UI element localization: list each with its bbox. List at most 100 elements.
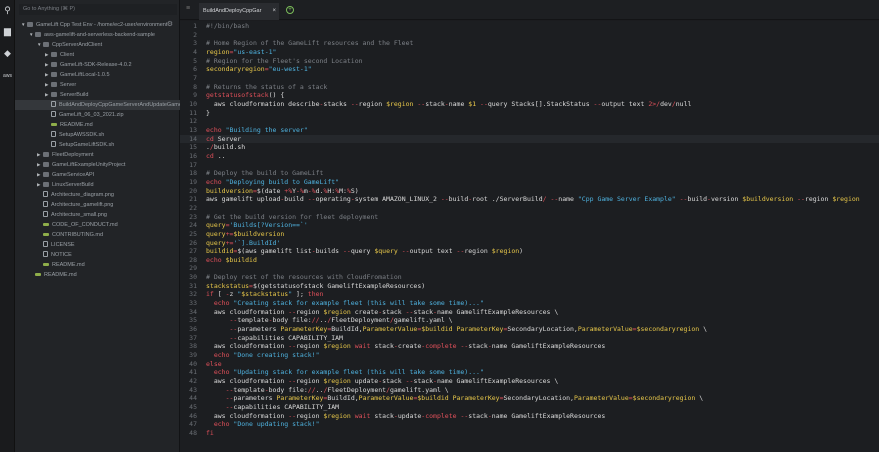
code-line[interactable]: 22 — [180, 204, 879, 213]
tree-file[interactable]: README.md — [15, 270, 180, 280]
code-line[interactable]: 28 echo $buildid — [180, 256, 879, 265]
code-token: -- — [288, 411, 297, 420]
tree-folder[interactable]: ▶ GameServiceAPI — [15, 170, 180, 180]
tree-file[interactable]: README.md — [15, 260, 180, 270]
tree-file[interactable]: CONTRIBUTING.md — [15, 230, 180, 240]
code-line[interactable]: 4 region="us-east-1" — [180, 48, 879, 57]
tree-folder[interactable]: ▶ FleetDeployment — [15, 150, 180, 160]
code-line[interactable]: 34 aws cloudformation --region $region c… — [180, 308, 879, 317]
tree-folder[interactable]: ▶ Server — [15, 80, 180, 90]
tree-folder[interactable]: ▶ ServerBuild — [15, 90, 180, 100]
code-line[interactable]: 29 — [180, 264, 879, 273]
tree-folder[interactable]: ▶ GameLiftExampleUnityProject — [15, 160, 180, 170]
folder-icon[interactable]: ▆ — [2, 26, 13, 37]
code-line[interactable]: 42 aws cloudformation --region $region u… — [180, 377, 879, 386]
code-line[interactable]: 8 # Returns the status of a stack — [180, 83, 879, 92]
tree-item-label: LinuxServerBuild — [52, 182, 94, 188]
code-token: region — [358, 99, 387, 108]
code-line[interactable]: 39 echo "Done creating stack!" — [180, 351, 879, 360]
code-line[interactable]: 3 # Home Region of the GameLift resources… — [180, 39, 879, 48]
tree-file[interactable]: LICENSE — [15, 240, 180, 250]
code-line[interactable]: 47 echo "Done updating stack!" — [180, 420, 879, 429]
code-line[interactable]: 44 --parameters ParameterKey=BuildId,Par… — [180, 394, 879, 403]
code-token: region — [296, 377, 324, 386]
code-token: query — [206, 229, 226, 238]
tree-file[interactable]: GameLift_06_03_2021.zip — [15, 110, 180, 120]
code-line[interactable]: 46 aws cloudformation --region $region w… — [180, 412, 879, 421]
code-line[interactable]: 15 ./build.sh — [180, 143, 879, 152]
git-icon[interactable]: ◆ — [2, 48, 13, 59]
tree-file[interactable]: Architecture_small.png — [15, 210, 180, 220]
code-line[interactable]: 30 # Deploy rest of the resources with Cl… — [180, 273, 879, 282]
code-text: cd .. — [206, 152, 226, 161]
code-editor[interactable]: 1 #!/bin/bash 2 3 # Home Region of the GameL… — [180, 21, 879, 452]
code-line[interactable]: 17 — [180, 161, 879, 170]
code-line[interactable]: 21 aws gamelift upload-build --operating-… — [180, 195, 879, 204]
code-token: build — [284, 195, 308, 204]
code-line[interactable]: 41 echo "Updating stack for example flee… — [180, 368, 879, 377]
add-tab-icon[interactable]: + — [286, 6, 294, 14]
file-icon — [43, 190, 48, 197]
tree-folder[interactable]: ▼ CppServerAndClient — [15, 40, 180, 50]
code-line[interactable]: 23 # Get the build version for fleet depl… — [180, 213, 879, 222]
tree-item-label: LICENSE — [51, 242, 75, 248]
code-line[interactable]: 1 #!/bin/bash — [180, 22, 879, 31]
close-icon[interactable]: × — [272, 3, 276, 20]
code-token: ParameterValue — [358, 394, 414, 403]
tree-file[interactable]: BuildAndDeployCppGameServerAndUpdateGame… — [15, 100, 180, 110]
code-line[interactable]: 37 --capabilities CAPABILITY_IAM — [180, 334, 879, 343]
tree-folder[interactable]: ▶ LinuxServerBuild — [15, 180, 180, 190]
tree-file[interactable]: Architecture_diagram.png — [15, 190, 180, 200]
tree-file[interactable]: Architecture_gamelift.png — [15, 200, 180, 210]
code-line[interactable]: 27 buildid=$(aws gamelift list-builds --q… — [180, 247, 879, 256]
tree-folder[interactable]: ▶ GameLift-SDK-Release-4.0.2 — [15, 60, 180, 70]
tree-folder[interactable]: ▶ GameLiftLocal-1.0.5 — [15, 70, 180, 80]
tree-file[interactable]: CODE_OF_CONDUCT.md — [15, 220, 180, 230]
code-line[interactable]: 38 aws cloudformation --region $region w… — [180, 342, 879, 351]
search-icon[interactable]: ⚲ — [2, 5, 13, 16]
code-line[interactable]: 10 aws cloudformation describe-stacks --… — [180, 100, 879, 109]
code-text: aws cloudformation --region $region crea… — [206, 308, 558, 317]
code-token: region — [464, 247, 492, 256]
tab-build-and-deploy[interactable]: BuildAndDeployCppGar × — [199, 3, 279, 20]
code-line[interactable]: 14 cd Server — [180, 134, 879, 144]
tree-file[interactable]: SetupGameLiftSDK.sh — [15, 140, 180, 150]
code-line[interactable]: 9 getstatusofstack() { — [180, 91, 879, 100]
menu-icon[interactable]: ≡ — [186, 5, 190, 12]
code-line[interactable]: 36 --parameters ParameterKey=BuildId,Par… — [180, 325, 879, 334]
code-line[interactable]: 2 — [180, 31, 879, 40]
tree-file[interactable]: NOTICE — [15, 250, 180, 260]
code-line[interactable]: 31 stackstatus=$(getstatusofstack Gamelif… — [180, 282, 879, 291]
code-line[interactable]: 19 echo "Deploying build to GameLift" — [180, 178, 879, 187]
code-line[interactable]: 12 — [180, 117, 879, 126]
code-line[interactable]: 45 --capabilities CAPABILITY_IAM — [180, 403, 879, 412]
code-line[interactable]: 6 secondaryregion="eu-west-1" — [180, 65, 879, 74]
code-line[interactable]: 25 query+=$buildversion — [180, 230, 879, 239]
code-token: echo — [213, 299, 230, 308]
code-line[interactable]: 7 — [180, 74, 879, 83]
tree-item-label: GameLiftLocal-1.0.5 — [60, 72, 110, 78]
tree-file[interactable]: README.md — [15, 120, 180, 130]
aws-icon[interactable]: aws — [2, 71, 13, 82]
code-line[interactable]: 35 --template-body file://../FleetDeploy… — [180, 316, 879, 325]
code-line[interactable]: 24 query='Builds[?Version==`' — [180, 221, 879, 230]
tree-file[interactable]: SetupAWSSDK.sh — [15, 130, 180, 140]
code-line[interactable]: 43 --template-body file://../FleetDeploy… — [180, 386, 879, 395]
code-line[interactable]: 40 else — [180, 360, 879, 369]
code-line[interactable]: 18 # Deploy the build to GameLift — [180, 169, 879, 178]
go-to-anything-input[interactable]: Go to Anything (⌘ P) — [19, 4, 177, 15]
tree-folder[interactable]: ▼ aws-gamelift-and-serverless-backend-sam… — [15, 30, 180, 40]
code-line[interactable]: 13 echo "Building the server" — [180, 126, 879, 135]
code-line[interactable]: 5 # Region for the Fleet's second Locatio… — [180, 57, 879, 66]
code-line[interactable]: 11} — [180, 109, 879, 118]
code-line[interactable]: 20 buildversion=$(date +%Y-%m-%d.%H:%M:%S… — [180, 187, 879, 196]
code-line[interactable]: 16 cd .. — [180, 152, 879, 161]
code-token: # Region for the Fleet's second Location — [206, 56, 363, 65]
tree-folder[interactable]: ▶ Client — [15, 50, 180, 60]
code-text: # Deploy rest of the resources with Clou… — [206, 273, 402, 282]
code-line[interactable]: 32 if [ -z "$stackstatus" ]; then — [180, 290, 879, 299]
code-line[interactable]: 33 echo "Creating stack for example flee… — [180, 299, 879, 308]
tree-folder[interactable]: ▼ GameLift Cpp Test Env - /home/ec2-user/… — [15, 20, 180, 30]
code-line[interactable]: 48 fi — [180, 429, 879, 438]
code-line[interactable]: 26 query+='`].BuildId' — [180, 239, 879, 248]
